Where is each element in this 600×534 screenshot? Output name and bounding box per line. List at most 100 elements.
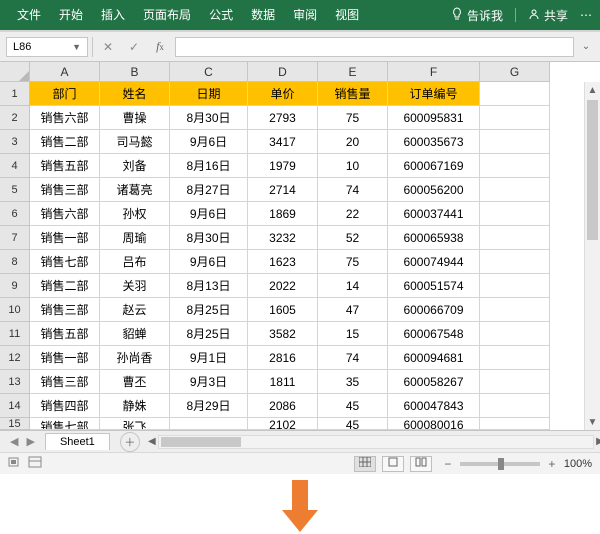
cell[interactable]: 8月29日	[170, 394, 248, 418]
cell[interactable]	[480, 82, 550, 106]
cell[interactable]: 600051574	[388, 274, 480, 298]
cell[interactable]	[480, 178, 550, 202]
cell[interactable]	[480, 322, 550, 346]
col-header-A[interactable]: A	[30, 62, 100, 82]
cell[interactable]: 销售五部	[30, 154, 100, 178]
cell[interactable]: 3582	[248, 322, 318, 346]
cell[interactable]: 1979	[248, 154, 318, 178]
normal-view-button[interactable]	[354, 456, 376, 472]
cell[interactable]: 52	[318, 226, 388, 250]
row-header[interactable]: 7	[0, 226, 30, 250]
cell[interactable]: 47	[318, 298, 388, 322]
share-button[interactable]: 共享	[528, 7, 568, 24]
cell[interactable]: 销售一部	[30, 226, 100, 250]
ribbon-more-icon[interactable]: ⋯	[580, 8, 592, 22]
vscroll-thumb[interactable]	[587, 100, 598, 240]
row-header[interactable]: 14	[0, 394, 30, 418]
row-header[interactable]: 9	[0, 274, 30, 298]
cell[interactable]: 单价	[248, 82, 318, 106]
cell[interactable]	[480, 250, 550, 274]
cell[interactable]: 2816	[248, 346, 318, 370]
col-header-C[interactable]: C	[170, 62, 248, 82]
sheet-nav-next-icon[interactable]: ▶	[26, 435, 34, 448]
cell[interactable]: 诸葛亮	[100, 178, 170, 202]
hscroll-thumb[interactable]	[161, 437, 241, 447]
cell[interactable]: 销售四部	[30, 394, 100, 418]
scroll-left-icon[interactable]: ◀	[145, 436, 159, 448]
row-header[interactable]: 13	[0, 370, 30, 394]
cell[interactable]: 20	[318, 130, 388, 154]
page-break-view-button[interactable]	[410, 456, 432, 472]
cell[interactable]: 9月1日	[170, 346, 248, 370]
cell[interactable]: 部门	[30, 82, 100, 106]
cell[interactable]	[480, 394, 550, 418]
cell[interactable]: 14	[318, 274, 388, 298]
cell[interactable]: 35	[318, 370, 388, 394]
cell[interactable]: 1811	[248, 370, 318, 394]
cell[interactable]: 3232	[248, 226, 318, 250]
tab-review[interactable]: 审阅	[284, 0, 326, 30]
tab-data[interactable]: 数据	[242, 0, 284, 30]
cell[interactable]: 销售三部	[30, 370, 100, 394]
fx-icon[interactable]: fx	[149, 37, 171, 57]
col-header-G[interactable]: G	[480, 62, 550, 82]
tab-view[interactable]: 视图	[326, 0, 368, 30]
tab-layout[interactable]: 页面布局	[134, 0, 200, 30]
cell[interactable]: 3417	[248, 130, 318, 154]
cell[interactable]: 600067169	[388, 154, 480, 178]
cell[interactable]: 2022	[248, 274, 318, 298]
col-header-B[interactable]: B	[100, 62, 170, 82]
select-all-corner[interactable]	[0, 62, 30, 82]
cell[interactable]: 600074944	[388, 250, 480, 274]
cell[interactable]	[480, 298, 550, 322]
cell[interactable]: 周瑜	[100, 226, 170, 250]
zoom-readout[interactable]: 100%	[564, 458, 592, 470]
cell[interactable]: 订单编号	[388, 82, 480, 106]
row-header[interactable]: 8	[0, 250, 30, 274]
vertical-scrollbar[interactable]: ▲ ▼	[584, 82, 600, 430]
cell[interactable]: 1605	[248, 298, 318, 322]
row-header[interactable]: 4	[0, 154, 30, 178]
sheet-nav-prev-icon[interactable]: ◀	[10, 435, 18, 448]
cell[interactable]: 10	[318, 154, 388, 178]
cell[interactable]: 9月6日	[170, 202, 248, 226]
row-header[interactable]: 5	[0, 178, 30, 202]
cell[interactable]: 2793	[248, 106, 318, 130]
row-header[interactable]: 6	[0, 202, 30, 226]
scroll-up-icon[interactable]: ▲	[585, 82, 600, 98]
cell[interactable]: 日期	[170, 82, 248, 106]
cell[interactable]: 600094681	[388, 346, 480, 370]
cell[interactable]	[480, 370, 550, 394]
cell[interactable]: 司马懿	[100, 130, 170, 154]
cell[interactable]: 2714	[248, 178, 318, 202]
cell[interactable]: 600058267	[388, 370, 480, 394]
cell[interactable]: 9月6日	[170, 130, 248, 154]
row-header[interactable]: 2	[0, 106, 30, 130]
cell[interactable]: 2086	[248, 394, 318, 418]
cell[interactable]: 赵云	[100, 298, 170, 322]
zoom-in-button[interactable]: +	[546, 457, 558, 471]
zoom-slider[interactable]	[460, 462, 540, 466]
cell[interactable]: 9月6日	[170, 250, 248, 274]
cell[interactable]: 600067548	[388, 322, 480, 346]
cell[interactable]: 600037441	[388, 202, 480, 226]
cell[interactable]: 销售一部	[30, 346, 100, 370]
cell[interactable]: 姓名	[100, 82, 170, 106]
cell[interactable]: 貂蝉	[100, 322, 170, 346]
cell[interactable]: 销售七部	[30, 250, 100, 274]
cell[interactable]: 销售二部	[30, 130, 100, 154]
cell[interactable]: 8月16日	[170, 154, 248, 178]
cell[interactable]: 销售七部	[30, 418, 100, 430]
cell[interactable]	[480, 346, 550, 370]
cell[interactable]: 9月3日	[170, 370, 248, 394]
row-header[interactable]: 10	[0, 298, 30, 322]
cell[interactable]: 销售六部	[30, 202, 100, 226]
cell[interactable]: 销售三部	[30, 178, 100, 202]
sheet-tab-active[interactable]: Sheet1	[45, 433, 110, 450]
col-header-F[interactable]: F	[388, 62, 480, 82]
cell[interactable]: 曹操	[100, 106, 170, 130]
cell[interactable]: 600047843	[388, 394, 480, 418]
cell[interactable]: 销售二部	[30, 274, 100, 298]
accept-formula-icon[interactable]: ✓	[123, 37, 145, 57]
col-header-E[interactable]: E	[318, 62, 388, 82]
